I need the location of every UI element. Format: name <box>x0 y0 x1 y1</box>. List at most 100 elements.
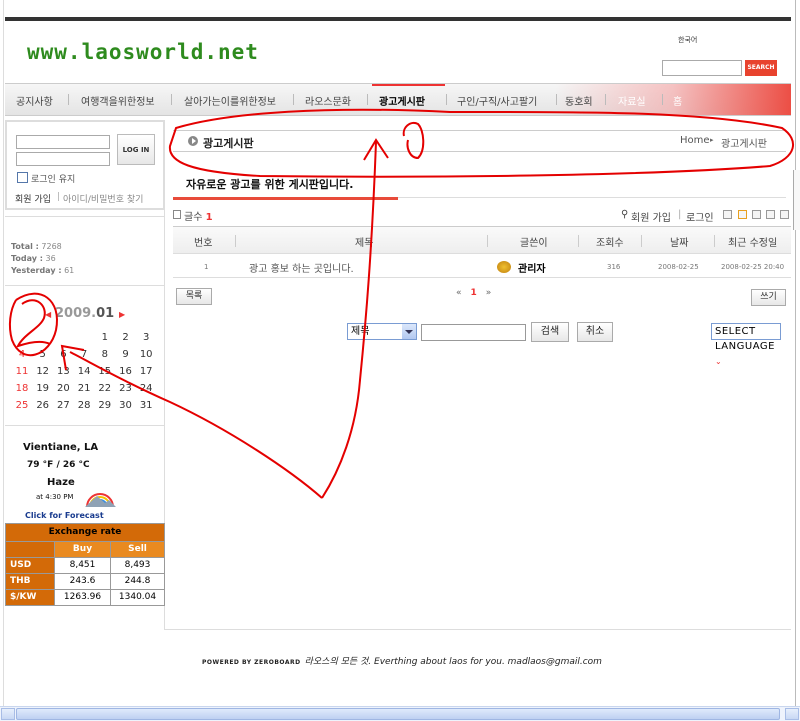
calendar-day[interactable]: 9 <box>116 349 136 360</box>
header-search-button[interactable]: SEARCH <box>745 60 777 76</box>
list-button[interactable]: 목록 <box>176 288 212 305</box>
nav-item-notice[interactable]: 공지사항 <box>16 93 53 108</box>
calendar-day[interactable]: 19 <box>33 383 53 394</box>
exchange-row-thb: THB 243.6 244.8 <box>6 573 164 589</box>
join-link[interactable]: 회원 가입 <box>15 192 51 205</box>
today-label: Today : <box>11 254 43 263</box>
board-search-input[interactable] <box>421 324 526 341</box>
language-current[interactable]: 한국어 <box>678 35 697 45</box>
calendar-title: 2009.01 <box>55 306 114 321</box>
col-views: 조회수 <box>596 238 624 249</box>
calendar-day[interactable]: 26 <box>33 400 53 411</box>
grid-view-icon[interactable] <box>780 210 789 219</box>
calendar-day[interactable]: 31 <box>136 400 156 411</box>
calendar-day[interactable]: 24 <box>136 383 156 394</box>
calendar-day[interactable]: 13 <box>53 366 73 377</box>
language-select[interactable]: SELECT LANGUAGE ⌄ <box>711 323 781 366</box>
nav-item-files[interactable]: 자료실 <box>618 93 646 108</box>
keep-login-checkbox[interactable] <box>17 172 28 183</box>
sidebar: LOG IN 로그인 유지 회원 가입 | 아이디/비밀번호 찾기 Total … <box>5 120 165 630</box>
visitor-stats: Total : 7268 Today : 36 Yesterday : 61 <box>11 241 74 277</box>
board-join-link[interactable]: 회원 가입 <box>631 209 671 224</box>
nav-separator <box>605 94 606 105</box>
row-writer[interactable]: 관리자 <box>518 260 546 275</box>
calendar-day[interactable]: 18 <box>12 383 32 394</box>
calendar-day[interactable]: 15 <box>95 366 115 377</box>
calendar-day[interactable]: 10 <box>136 349 156 360</box>
exchange-corner <box>6 542 54 557</box>
calendar-day[interactable]: 12 <box>33 366 53 377</box>
calendar-day[interactable]: 20 <box>53 383 73 394</box>
row-subject[interactable]: 광고 홍보 하는 곳입니다. <box>249 260 354 275</box>
pager-current[interactable]: 1 <box>471 288 477 298</box>
content-bottom-line <box>165 629 791 630</box>
login-password-input[interactable] <box>16 152 110 166</box>
weather-temp: 79 °F / 26 °C <box>27 460 90 470</box>
calendar-day[interactable]: 8 <box>95 349 115 360</box>
search-field-select[interactable]: 제목 <box>347 323 417 340</box>
scroll-right-icon[interactable] <box>785 708 799 720</box>
sidebar-divider <box>5 285 165 286</box>
login-button[interactable]: LOG IN <box>117 134 155 165</box>
calendar-day[interactable]: 5 <box>33 349 53 360</box>
breadcrumb-home[interactable]: Home <box>680 135 710 146</box>
calendar-day[interactable]: 27 <box>53 400 73 411</box>
help-icon[interactable] <box>723 210 732 219</box>
site-logo[interactable]: www.laosworld.net <box>27 40 259 64</box>
horizontal-scrollbar[interactable] <box>0 706 800 721</box>
exchange-row-usd: USD 8,451 8,493 <box>6 557 164 573</box>
nav-item-jobs[interactable]: 구인/구직/사고팔기 <box>457 93 537 108</box>
nav-item-ads[interactable]: 광고게시판 <box>379 93 425 108</box>
calendar-day[interactable]: 22 <box>95 383 115 394</box>
calendar-day[interactable]: 17 <box>136 366 156 377</box>
breadcrumb-arrow-icon: ▸ <box>710 136 714 144</box>
login-id-input[interactable] <box>16 135 110 149</box>
rss-icon[interactable] <box>738 210 747 219</box>
scroll-left-icon[interactable] <box>1 708 15 720</box>
forecast-link[interactable]: Click for Forecast <box>25 511 104 520</box>
powered-by: POWERED BY ZEROBOARD <box>202 659 301 666</box>
find-account-link[interactable]: 아이디/비밀번호 찾기 <box>63 192 143 205</box>
chevron-down-icon <box>402 324 416 339</box>
col-subject: 제목 <box>355 238 374 249</box>
description-divider <box>398 197 786 198</box>
calendar-day[interactable]: 11 <box>12 366 32 377</box>
calendar-day[interactable]: 16 <box>116 366 136 377</box>
scrollbar-thumb[interactable] <box>16 708 780 720</box>
pager-prev[interactable]: « <box>456 288 462 298</box>
calendar-day[interactable]: 7 <box>74 349 94 360</box>
calendar-day[interactable]: 21 <box>74 383 94 394</box>
calendar-week: 11 12 13 14 15 16 17 <box>12 366 162 383</box>
calendar-day[interactable]: 3 <box>136 332 156 343</box>
calendar-day[interactable]: 4 <box>12 349 32 360</box>
calendar-day[interactable]: 28 <box>74 400 94 411</box>
calendar-next-icon[interactable]: ▶ <box>119 310 125 319</box>
nav-item-living[interactable]: 살아가는이를위한정보 <box>184 93 276 108</box>
pager-next[interactable]: » <box>486 288 492 298</box>
nav-item-home[interactable]: 홈 <box>673 93 682 108</box>
calendar-day[interactable]: 6 <box>53 349 73 360</box>
calendar-day[interactable]: 1 <box>95 332 115 343</box>
calendar-day[interactable]: 23 <box>116 383 136 394</box>
calendar-prev-icon[interactable]: ◀ <box>45 310 51 319</box>
calendar-day[interactable]: 2 <box>116 332 136 343</box>
nav-active-indicator <box>372 84 445 86</box>
detail-view-icon[interactable] <box>766 210 775 219</box>
nav-separator <box>171 94 172 105</box>
board-description-box: 자유로운 광고를 위한 게시판입니다. <box>173 170 398 200</box>
exchange-row-kw: $/KW 1263.96 1340.04 <box>6 589 164 605</box>
nav-item-culture[interactable]: 라오스문화 <box>305 93 351 108</box>
nav-item-club[interactable]: 동호회 <box>565 93 593 108</box>
header-search-input[interactable] <box>662 60 742 76</box>
nav-item-travel[interactable]: 여행객을위한정보 <box>81 93 155 108</box>
board-cancel-button[interactable]: 취소 <box>577 322 613 342</box>
breadcrumb-current[interactable]: 광고게시판 <box>721 135 767 150</box>
calendar-day[interactable]: 25 <box>12 400 32 411</box>
calendar-day[interactable]: 14 <box>74 366 94 377</box>
list-view-icon[interactable] <box>752 210 761 219</box>
board-login-link[interactable]: 로그인 <box>686 209 714 224</box>
board-search-button[interactable]: 검색 <box>531 322 569 342</box>
write-button[interactable]: 쓰기 <box>751 289 786 306</box>
calendar-day[interactable]: 30 <box>116 400 136 411</box>
calendar-day[interactable]: 29 <box>95 400 115 411</box>
